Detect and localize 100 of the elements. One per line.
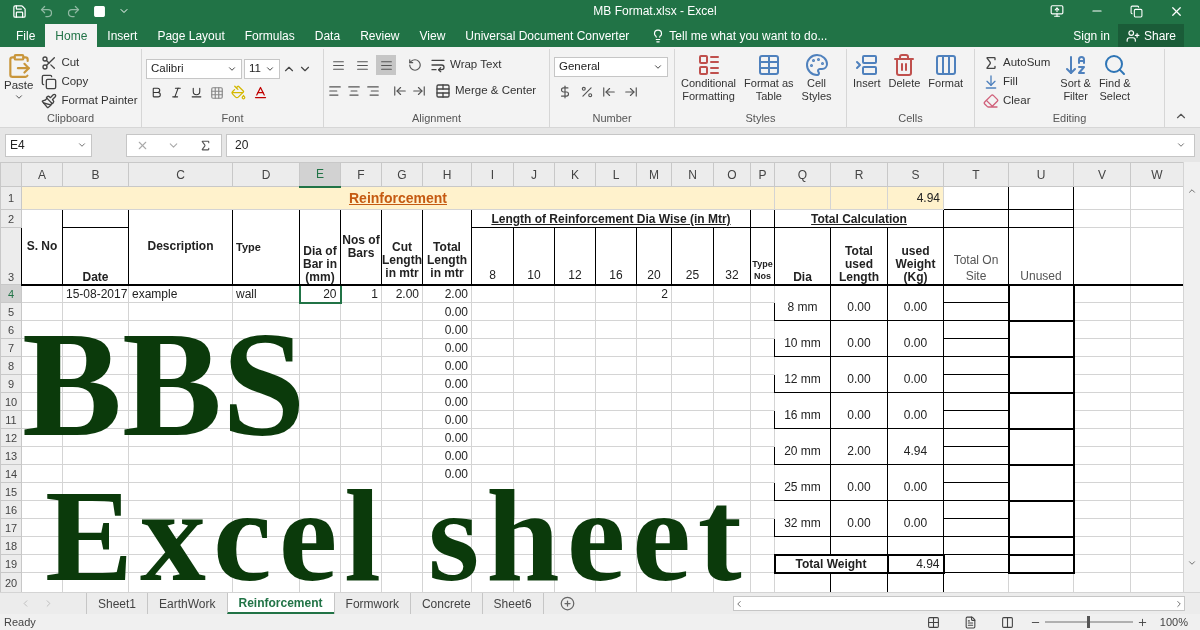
touch-mode-icon[interactable] [93, 4, 106, 18]
align-left-icon[interactable] [328, 83, 342, 98]
ribbon-tab[interactable]: Data [304, 24, 351, 47]
header-text: Total On Site [953, 252, 999, 283]
ribbon-tab[interactable]: Review [350, 24, 410, 47]
normal-view-icon[interactable] [926, 615, 940, 629]
cells-button[interactable]: Format [926, 53, 966, 90]
restore-icon[interactable] [1130, 4, 1143, 18]
column-header: O [713, 162, 751, 187]
cell-text: 0.00 [903, 300, 928, 314]
zoom-thumb[interactable] [1086, 616, 1090, 628]
cells-button[interactable]: Insert [851, 53, 883, 90]
wrap-text-button[interactable]: Wrap Text [426, 55, 506, 75]
decrease-indent-icon[interactable] [393, 83, 407, 98]
add-sheet-icon[interactable] [559, 596, 575, 611]
format-painter-icon [41, 92, 58, 109]
sheet-tab[interactable]: Reinforcement [226, 593, 334, 614]
caret-icon [1176, 140, 1186, 150]
share-button[interactable]: Share [1117, 24, 1184, 47]
paste-button[interactable]: Paste [4, 53, 34, 102]
bold-icon[interactable] [150, 86, 163, 99]
autosum-button[interactable]: AutoSum [979, 53, 1055, 72]
ribbon-tab[interactable]: View [409, 24, 456, 47]
ribbon-tab[interactable]: Page Layout [147, 24, 235, 47]
cell-text: 0.00 [444, 340, 468, 355]
column-header: A [21, 162, 63, 187]
column-header: S [887, 162, 944, 187]
ribbon-tab[interactable]: Universal Document Converter [455, 24, 640, 47]
cells-button[interactable]: Delete [886, 53, 923, 90]
align-right-icon[interactable] [366, 83, 380, 98]
column-header: V [1073, 162, 1131, 187]
cut-button[interactable]: Cut [37, 53, 142, 72]
header-text: Type Nos [752, 258, 773, 281]
ribbon-tab[interactable]: Insert [97, 24, 148, 47]
find-select-button[interactable]: Find & Select [1096, 53, 1133, 103]
caret-icon [653, 62, 663, 72]
zoom-level[interactable]: 100% [1147, 613, 1200, 630]
percent-icon[interactable] [580, 85, 594, 99]
formula-field[interactable]: 20 [226, 133, 1195, 157]
font-color-icon[interactable] [253, 85, 268, 100]
scroll-left-icon [734, 598, 744, 609]
currency-icon[interactable] [558, 85, 572, 99]
fill-button[interactable]: Fill [979, 72, 1055, 91]
header-text: Total used Length [839, 243, 879, 284]
vertical-align-button[interactable] [376, 55, 396, 75]
cell-text: 2.00 [395, 286, 419, 301]
font-size-field[interactable]: 11 [244, 59, 280, 79]
styles-button[interactable]: Format as Table [742, 53, 796, 103]
ribbon-tab[interactable]: Formulas [234, 24, 305, 47]
cell-text: 0.00 [444, 412, 468, 427]
merge-center-button[interactable]: Merge & Center [431, 81, 541, 100]
styles-button[interactable]: Cell Styles [799, 53, 834, 103]
align-center-icon[interactable] [347, 83, 361, 98]
column-header: D [232, 162, 300, 187]
cell-text: 0.00 [847, 300, 871, 314]
name-box[interactable]: E4 [5, 133, 92, 157]
ribbon-display-icon[interactable] [1050, 4, 1064, 18]
header-text: 10 [527, 267, 541, 282]
column-header: N [671, 162, 714, 187]
page-break-icon[interactable] [1000, 615, 1014, 629]
italic-icon[interactable] [170, 86, 183, 99]
fill-icon [983, 73, 999, 90]
fill-color-icon[interactable] [231, 85, 246, 100]
cell-text: 32 mm [784, 516, 821, 530]
status-text: Ready [3, 614, 36, 630]
format-painter-button[interactable]: Format Painter [37, 91, 142, 110]
vertical-scrollbar[interactable] [1183, 162, 1200, 592]
sort-filter-button[interactable]: Sort & Filter [1058, 53, 1093, 103]
header-text: 25 [685, 267, 700, 282]
cell-text: 2 [661, 286, 668, 301]
page-layout-icon[interactable] [963, 615, 977, 629]
orientation-icon[interactable] [408, 58, 422, 72]
clear-icon [983, 92, 999, 109]
zoom-slider[interactable] [1044, 616, 1133, 628]
cell-text: 0.00 [847, 516, 871, 530]
save-icon[interactable] [12, 3, 27, 19]
cell-text: 0.00 [444, 394, 468, 409]
caret-icon [13, 92, 24, 102]
horizontal-scrollbar[interactable] [733, 596, 1185, 611]
borders-icon[interactable] [210, 85, 224, 100]
decrease-decimal-icon[interactable] [624, 85, 638, 99]
align-lines-icon [355, 58, 369, 72]
scroll-right-icon [1174, 598, 1184, 609]
sign-in-link[interactable]: Sign in [1065, 24, 1118, 47]
font-name-field[interactable]: Calibri [146, 59, 242, 79]
autosum-icon [983, 54, 999, 71]
copy-button[interactable]: Copy [37, 72, 142, 91]
increase-decimal-icon[interactable] [602, 85, 616, 99]
ribbon-tab[interactable]: File [6, 24, 46, 47]
zoom-in-icon[interactable] [1136, 616, 1148, 628]
ribbon-tab[interactable]: Home [45, 24, 98, 47]
header-text: S. No [26, 239, 58, 254]
styles-button[interactable]: Conditional Formatting [679, 53, 739, 103]
clear-button[interactable]: Clear [979, 91, 1055, 110]
cell-text: 0.00 [847, 336, 871, 350]
tell-me-field[interactable]: Tell me what you want to do... [651, 24, 870, 47]
cell-text: 8 mm [787, 300, 818, 314]
underline-icon[interactable] [190, 86, 203, 99]
number-format-field[interactable]: General [554, 57, 668, 77]
increase-indent-icon[interactable] [412, 83, 426, 98]
